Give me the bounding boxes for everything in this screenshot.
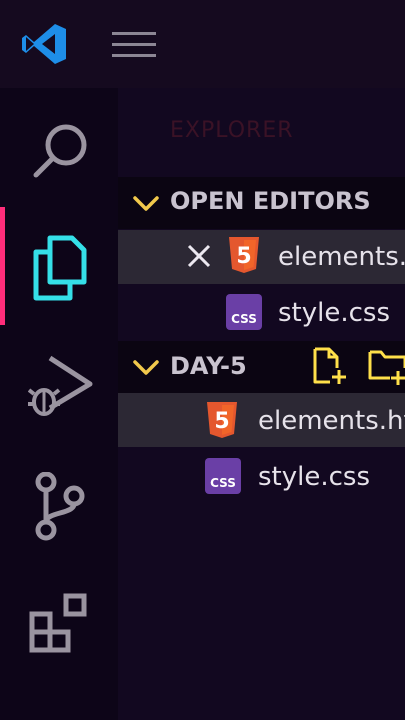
svg-text:CSS: CSS (231, 312, 257, 326)
vscode-logo-icon (22, 24, 66, 64)
folder-label: DAY-5 (170, 352, 247, 380)
activity-source-control[interactable] (0, 450, 118, 560)
search-icon (33, 124, 87, 178)
run-debug-icon (28, 355, 93, 416)
file-tree-filename: style.css (258, 462, 370, 492)
css-icon: CSS (226, 294, 262, 330)
svg-text:5: 5 (236, 244, 251, 269)
open-editor-filename: style.css (278, 298, 390, 328)
explorer-title: EXPLORER (170, 118, 294, 143)
active-view-indicator (0, 207, 5, 325)
svg-text:5: 5 (214, 409, 229, 434)
activity-explorer[interactable] (0, 212, 118, 322)
activity-search[interactable] (0, 97, 118, 207)
html5-icon: 5 (229, 237, 259, 273)
extensions-icon (29, 593, 87, 653)
activity-extensions[interactable] (0, 570, 118, 680)
chevron-down-icon (133, 360, 159, 375)
open-editors-label: OPEN EDITORS (170, 187, 371, 215)
open-editor-filename: elements.html (278, 242, 405, 272)
new-file-icon[interactable] (312, 346, 348, 386)
folder-header[interactable] (118, 341, 405, 393)
close-icon[interactable] (186, 243, 212, 269)
files-icon (33, 235, 87, 301)
source-control-icon (35, 472, 85, 541)
title-bar (0, 0, 405, 88)
vscode-window: EXPLORER OPEN EDITORS 5 elements.html CS… (0, 0, 405, 720)
new-folder-icon[interactable] (368, 348, 405, 386)
chevron-down-icon (133, 196, 159, 211)
svg-text:CSS: CSS (210, 476, 236, 490)
activity-run-debug[interactable] (0, 328, 118, 438)
html5-icon: 5 (207, 402, 237, 438)
hamburger-menu-icon[interactable] (112, 32, 156, 58)
file-tree-filename: elements.html (258, 406, 405, 436)
css-icon: CSS (205, 458, 241, 494)
